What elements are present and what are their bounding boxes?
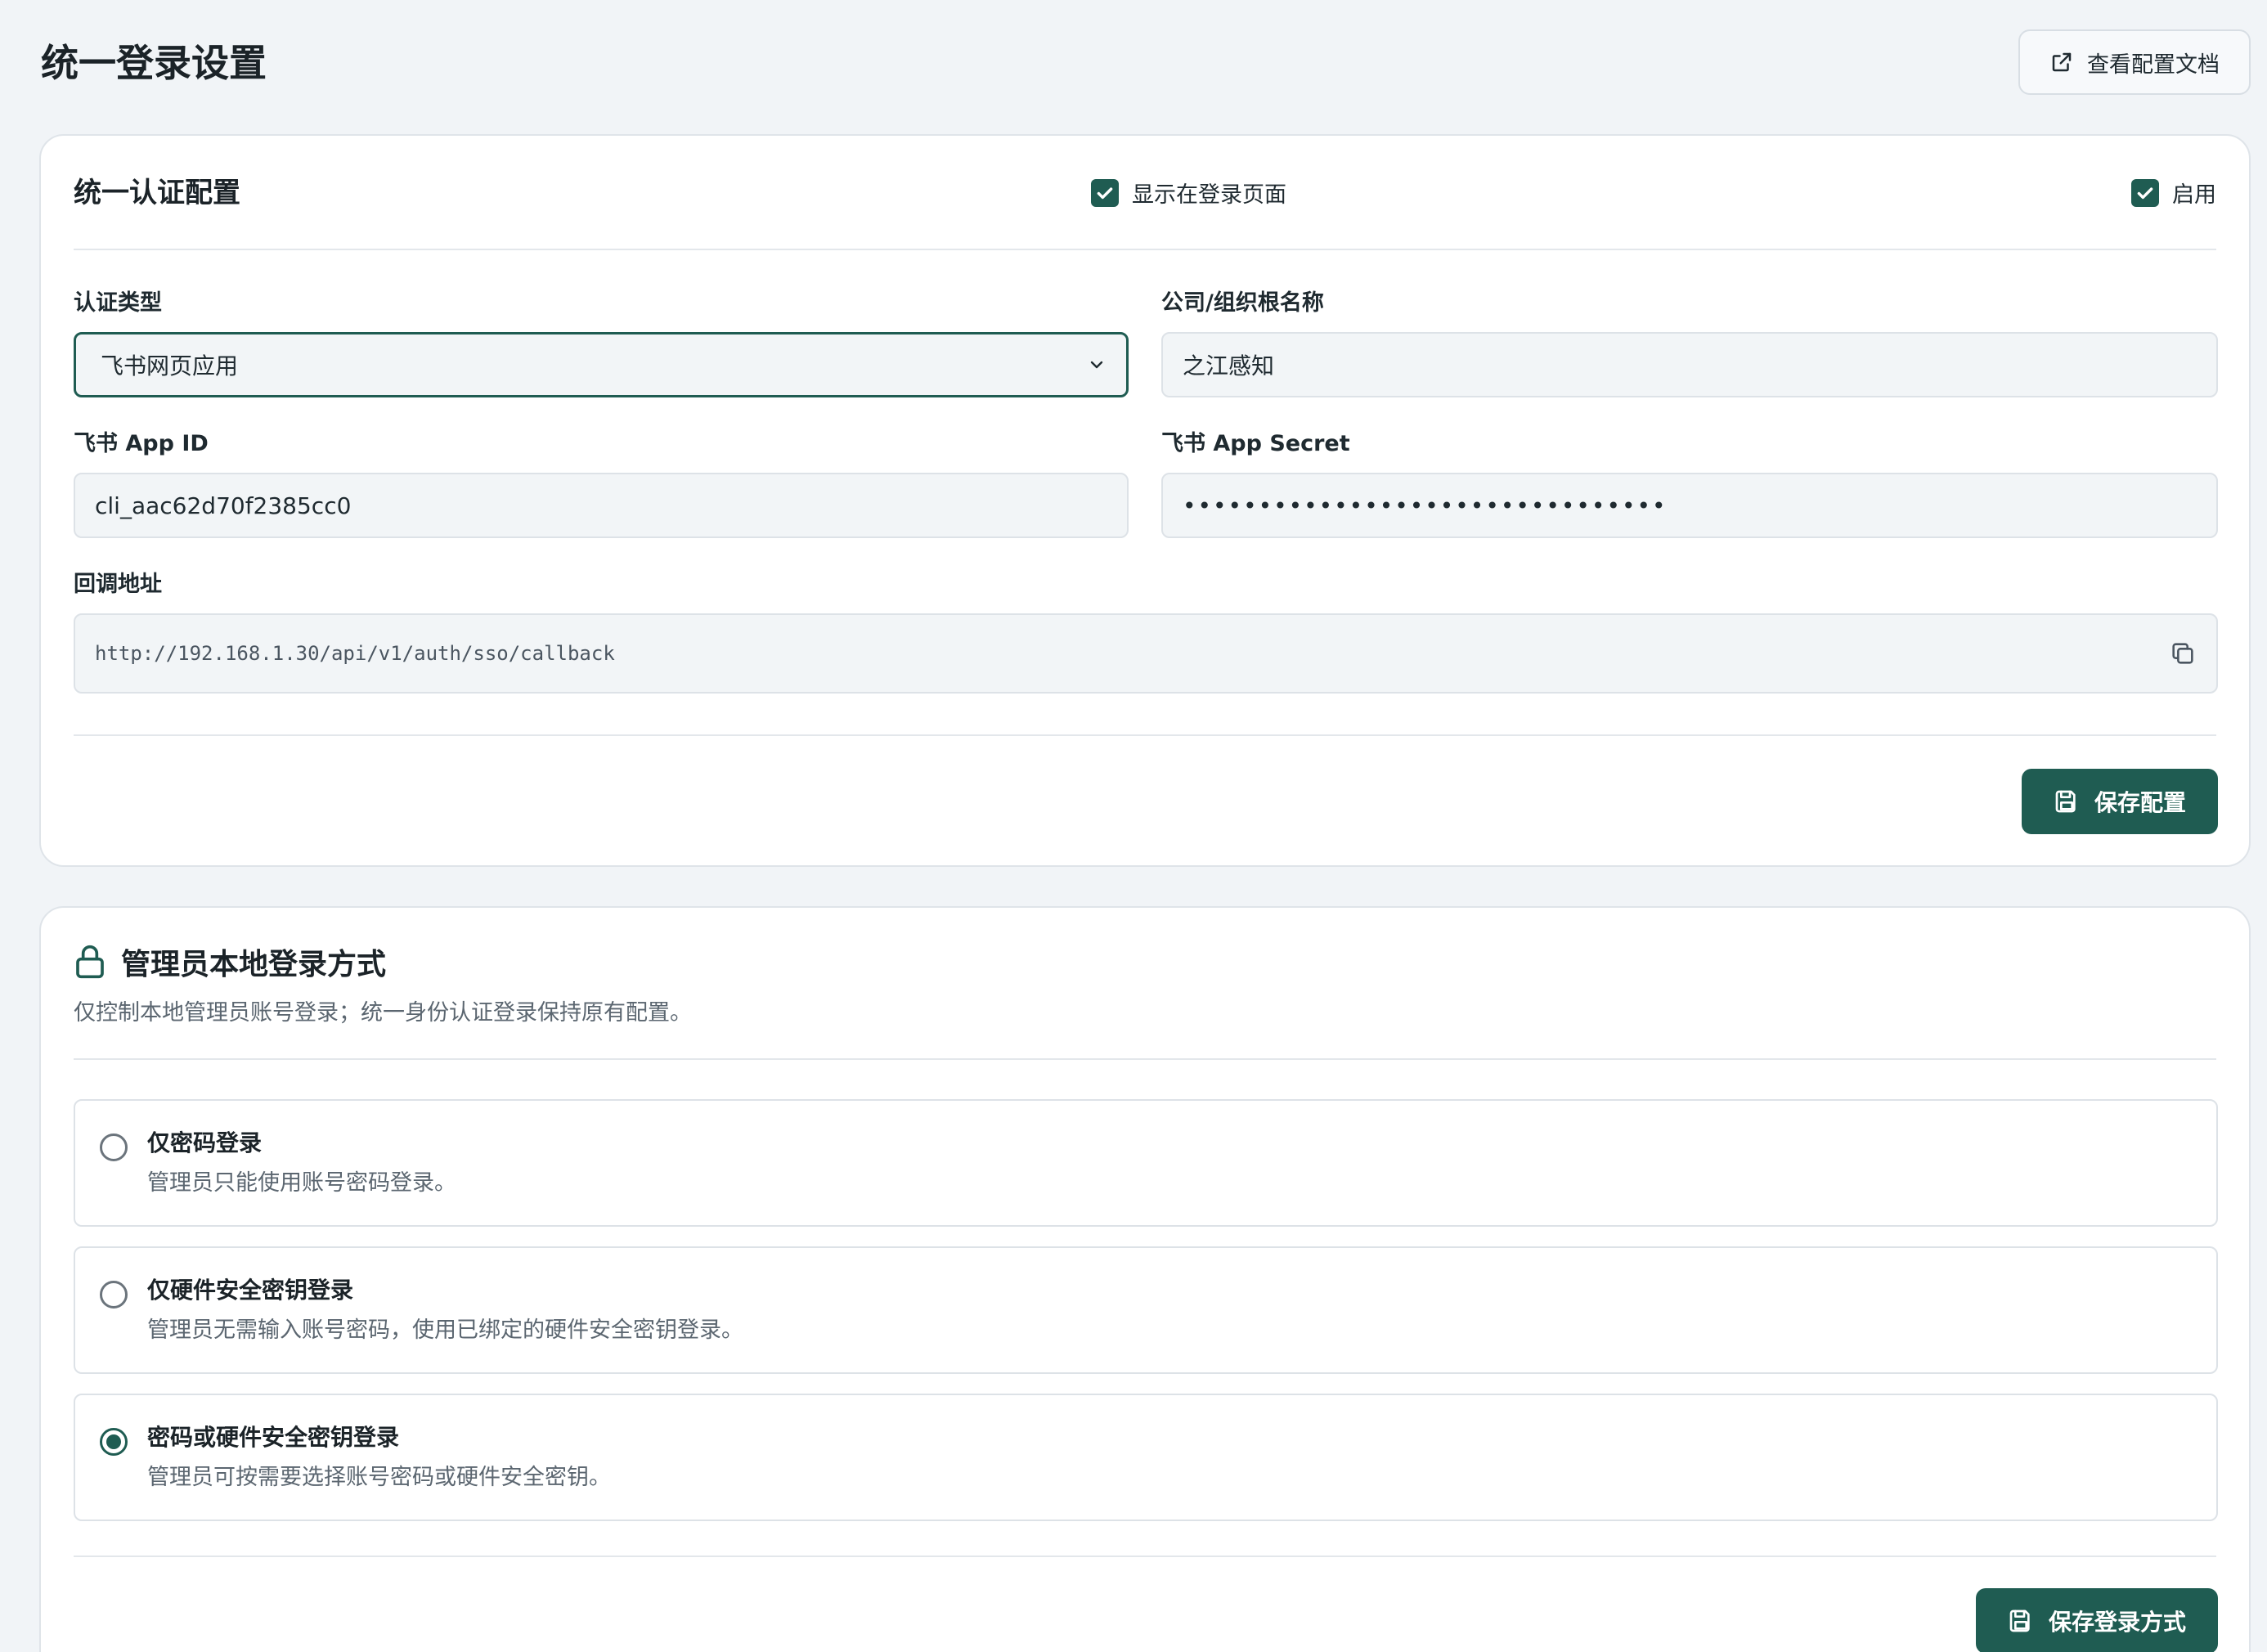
auth-type-value: 飞书网页应用 [101,352,239,379]
view-config-docs-label: 查看配置文档 [2087,52,2220,78]
radio-hardware-key-only[interactable] [100,1281,128,1309]
page-title: 统一登录设置 [41,41,267,85]
save-icon [2055,790,2076,813]
copy-icon[interactable] [2169,640,2197,667]
callback-url-value: http://192.168.1.30/api/v1/auth/sso/call… [95,642,615,665]
app-secret-input[interactable]: •••••••••••••••••••••••••••••••• [1161,473,2218,538]
admin-login-card: 管理员本地登录方式 仅控制本地管理员账号登录；统一身份认证登录保持原有配置。 仅… [39,906,2251,1652]
admin-header-divider [74,1058,2216,1060]
auth-type-label: 认证类型 [74,290,162,316]
app-id-value: cli_aac62d70f2385cc0 [95,492,352,519]
show-on-login-label: 显示在登录页面 [1132,182,1286,208]
save-config-button[interactable]: 保存配置 [2022,769,2218,834]
check-icon [2137,186,2153,199]
org-name-label: 公司/组织根名称 [1161,290,1324,316]
show-on-login-checkbox[interactable]: 显示在登录页面 [1091,177,1286,209]
callback-label: 回调地址 [74,572,162,597]
option-description: 管理员可按需要选择账号密码或硬件安全密钥。 [147,1465,611,1490]
save-config-label: 保存配置 [2094,789,2186,816]
chevron-down-icon [1090,361,1103,369]
callback-url-field: http://192.168.1.30/api/v1/auth/sso/call… [74,613,2218,694]
save-icon [2009,1609,2030,1632]
org-name-value: 之江感知 [1183,352,1275,379]
login-option-password-or-hardware-key[interactable]: 密码或硬件安全密钥登录 管理员可按需要选择账号密码或硬件安全密钥。 [74,1394,2218,1521]
sso-header-divider [74,249,2216,250]
enable-label: 启用 [2172,182,2216,208]
unified-login-settings-page: 统一登录设置 查看配置文档 统一认证配置 显示在登录页面 启用 认证类型 飞书网… [0,0,2267,1652]
org-name-input[interactable]: 之江感知 [1161,332,2218,397]
check-icon [1097,186,1113,199]
option-title: 密码或硬件安全密钥登录 [147,1424,400,1451]
app-id-label: 飞书 App ID [74,431,209,456]
sso-config-card: 统一认证配置 显示在登录页面 启用 认证类型 飞书网页应用 公司/组织根名称 之… [39,134,2251,867]
external-link-icon [2052,52,2072,72]
option-title: 仅硬件安全密钥登录 [147,1277,354,1304]
admin-footer-divider [74,1555,2216,1557]
radio-password-only[interactable] [100,1134,128,1161]
auth-type-select[interactable]: 飞书网页应用 [74,332,1129,397]
option-description: 管理员无需输入账号密码，使用已绑定的硬件安全密钥登录。 [147,1318,743,1343]
radio-password-or-hardware-key[interactable] [100,1428,128,1456]
lock-icon [76,945,104,979]
login-option-password-only[interactable]: 仅密码登录 管理员只能使用账号密码登录。 [74,1099,2218,1227]
save-login-method-button[interactable]: 保存登录方式 [1976,1588,2218,1652]
admin-card-header: 管理员本地登录方式 [74,940,386,983]
sso-card-title: 统一认证配置 [74,177,240,209]
admin-card-description: 仅控制本地管理员账号登录；统一身份认证登录保持原有配置。 [74,1000,692,1026]
enable-check[interactable] [2131,178,2159,207]
sso-footer-divider [74,734,2216,736]
option-title: 仅密码登录 [147,1129,263,1156]
app-secret-label: 飞书 App Secret [1161,431,1350,456]
app-id-input[interactable]: cli_aac62d70f2385cc0 [74,473,1129,538]
option-description: 管理员只能使用账号密码登录。 [147,1170,456,1196]
app-secret-value: •••••••••••••••••••••••••••••••• [1183,492,1668,519]
save-login-method-label: 保存登录方式 [2048,1609,2186,1636]
show-on-login-check[interactable] [1091,178,1119,207]
view-config-docs-button[interactable]: 查看配置文档 [2018,29,2251,95]
login-option-hardware-key-only[interactable]: 仅硬件安全密钥登录 管理员无需输入账号密码，使用已绑定的硬件安全密钥登录。 [74,1246,2218,1374]
admin-card-title: 管理员本地登录方式 [121,948,387,981]
enable-checkbox[interactable]: 启用 [2131,177,2216,209]
